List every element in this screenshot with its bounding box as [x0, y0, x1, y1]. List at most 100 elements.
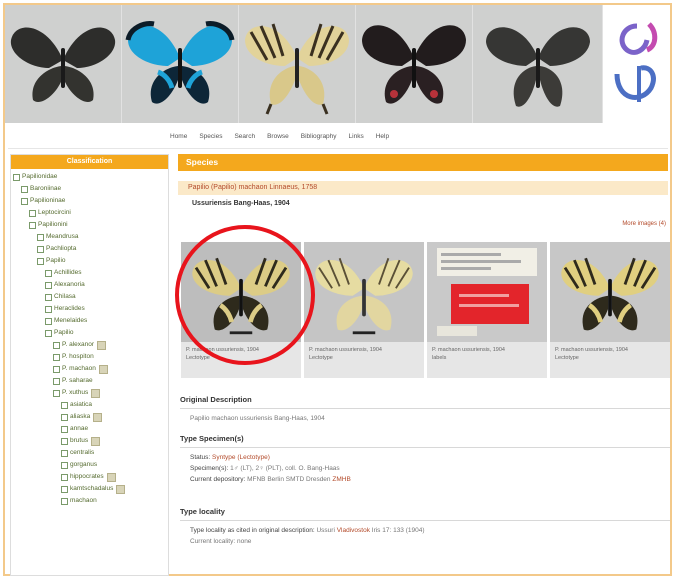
tree-item[interactable]: P. saharae	[13, 375, 168, 387]
expand-toggle-icon[interactable]	[53, 365, 60, 373]
expand-toggle-icon[interactable]	[45, 293, 52, 301]
tree-item-label: Achillides	[54, 269, 82, 276]
thumbnail-caption: labels	[432, 355, 447, 361]
expand-toggle-icon[interactable]	[61, 401, 68, 409]
image-tag-icon[interactable]	[98, 364, 108, 374]
tree-item[interactable]: Pachliopta	[13, 243, 168, 255]
taxon-name[interactable]: Papilio (Papilio) machaon Linnaeus, 1758	[178, 181, 668, 195]
nav-species[interactable]: Species	[199, 133, 222, 140]
image-tag-icon[interactable]	[91, 388, 101, 398]
tree-item-label: Menelaides	[54, 317, 88, 324]
main-content: Species Papilio (Papilio) machaon Linnae…	[178, 154, 670, 378]
expand-toggle-icon[interactable]	[61, 425, 68, 433]
tree-item[interactable]: Alexanoria	[13, 279, 168, 291]
tree-item[interactable]: Papilioninae	[13, 195, 168, 207]
tree-item[interactable]: Baroniinae	[13, 183, 168, 195]
depository-link[interactable]: ZMHB	[332, 476, 350, 483]
image-tag-icon[interactable]	[106, 472, 116, 482]
banner-panel	[473, 5, 603, 123]
site-logo-icon[interactable]	[607, 16, 667, 112]
expand-toggle-icon[interactable]	[45, 317, 52, 325]
expand-toggle-icon[interactable]	[45, 269, 52, 277]
tree-item-label: P. machaon	[62, 365, 96, 372]
expand-toggle-icon[interactable]	[37, 257, 44, 265]
nav-help[interactable]: Help	[376, 133, 389, 140]
tree-item[interactable]: aliaska	[13, 411, 168, 423]
yellow-swallowtail-butterfly-icon	[245, 23, 349, 115]
expand-toggle-icon[interactable]	[53, 389, 60, 397]
tree-item[interactable]: Meandrusa	[13, 231, 168, 243]
tree-item[interactable]: hippocrates	[13, 471, 168, 483]
tree-item[interactable]: P. alexanor	[13, 339, 168, 351]
type-locality-section: Type locality Type locality as cited in …	[180, 507, 670, 547]
more-images-link[interactable]: More images (4)	[622, 221, 666, 227]
dark-swallowtail-butterfly-icon	[485, 27, 590, 107]
tree-item[interactable]: Papilionini	[13, 219, 168, 231]
expand-toggle-icon[interactable]	[61, 437, 68, 445]
tree-item[interactable]: P. hospiton	[13, 351, 168, 363]
expand-toggle-icon[interactable]	[61, 497, 68, 505]
expand-toggle-icon[interactable]	[45, 329, 52, 337]
expand-toggle-icon[interactable]	[61, 485, 68, 493]
specimen-thumbnail[interactable]: P. machaon ussuriensis, 1904 Lectotype	[181, 242, 301, 378]
nav-search[interactable]: Search	[234, 133, 255, 140]
depository-value: MFNB Berlin	[247, 476, 284, 483]
banner-panel	[122, 5, 239, 123]
tree-item[interactable]: gorganus	[13, 459, 168, 471]
expand-toggle-icon[interactable]	[37, 233, 44, 241]
tree-item[interactable]: machaon	[13, 495, 168, 507]
expand-toggle-icon[interactable]	[53, 341, 60, 349]
specimen-thumbnail[interactable]: P. machaon ussuriensis, 1904 labels	[427, 242, 547, 378]
expand-toggle-icon[interactable]	[61, 449, 68, 457]
tree-item[interactable]: Menelaides	[13, 315, 168, 327]
tree-item[interactable]: kamtschadalus	[13, 483, 168, 495]
specimens-value: 1♂ (LT), 2♀ (PLT), coll. O. Bang-Haas	[230, 465, 340, 472]
expand-toggle-icon[interactable]	[21, 185, 28, 193]
specimen-thumbnail[interactable]: P. machaon ussuriensis, 1904 Lectotype	[550, 242, 670, 378]
tree-item[interactable]: Papilionidae	[13, 171, 168, 183]
expand-toggle-icon[interactable]	[45, 305, 52, 313]
expand-toggle-icon[interactable]	[61, 461, 68, 469]
tree-item[interactable]: Chilasa	[13, 291, 168, 303]
tree-item-label: annae	[70, 425, 89, 432]
image-tag-icon[interactable]	[91, 436, 101, 446]
tree-item[interactable]: Heraclides	[13, 303, 168, 315]
tree-item-label: Papilio	[54, 329, 74, 336]
nav-links[interactable]: Links	[349, 133, 364, 140]
type-locality-title: Type locality	[180, 507, 225, 516]
tree-item[interactable]: Papilio	[13, 255, 168, 267]
tree-item[interactable]: asiatica	[13, 399, 168, 411]
tree-item[interactable]: P. machaon	[13, 363, 168, 375]
expand-toggle-icon[interactable]	[29, 221, 36, 229]
expand-toggle-icon[interactable]	[29, 209, 36, 217]
nav-bibliography[interactable]: Bibliography	[301, 133, 337, 140]
specimen-thumbnail[interactable]: P. machaon ussuriensis, 1904 Lectotype	[304, 242, 424, 378]
black-swallowtail-butterfly-icon	[10, 27, 116, 102]
expand-toggle-icon[interactable]	[53, 353, 60, 361]
tree-item[interactable]: brutus	[13, 435, 168, 447]
nav-home[interactable]: Home	[170, 133, 187, 140]
tree-item[interactable]: Achillides	[13, 267, 168, 279]
image-tag-icon[interactable]	[116, 484, 126, 494]
expand-toggle-icon[interactable]	[13, 173, 20, 181]
tree-item[interactable]: Papilio	[13, 327, 168, 339]
expand-toggle-icon[interactable]	[61, 413, 68, 421]
expand-toggle-icon[interactable]	[37, 245, 44, 253]
expand-toggle-icon[interactable]	[61, 473, 68, 481]
specimens-label: Specimen(s):	[190, 465, 229, 472]
tree-item-label: centralis	[70, 449, 95, 456]
tree-item[interactable]: P. xuthus	[13, 387, 168, 399]
thumbnail-caption: Lectotype	[555, 355, 579, 361]
logo-panel[interactable]	[603, 5, 670, 123]
nav-browse[interactable]: Browse	[267, 133, 289, 140]
locality-link[interactable]: Vladivostok	[337, 527, 370, 534]
tree-item[interactable]: annae	[13, 423, 168, 435]
image-tag-icon[interactable]	[93, 412, 103, 422]
tree-item[interactable]: centralis	[13, 447, 168, 459]
expand-toggle-icon[interactable]	[45, 281, 52, 289]
tree-item-label: Chilasa	[54, 293, 76, 300]
image-tag-icon[interactable]	[97, 340, 107, 350]
tree-item[interactable]: Leptocircini	[13, 207, 168, 219]
expand-toggle-icon[interactable]	[21, 197, 28, 205]
expand-toggle-icon[interactable]	[53, 377, 60, 385]
